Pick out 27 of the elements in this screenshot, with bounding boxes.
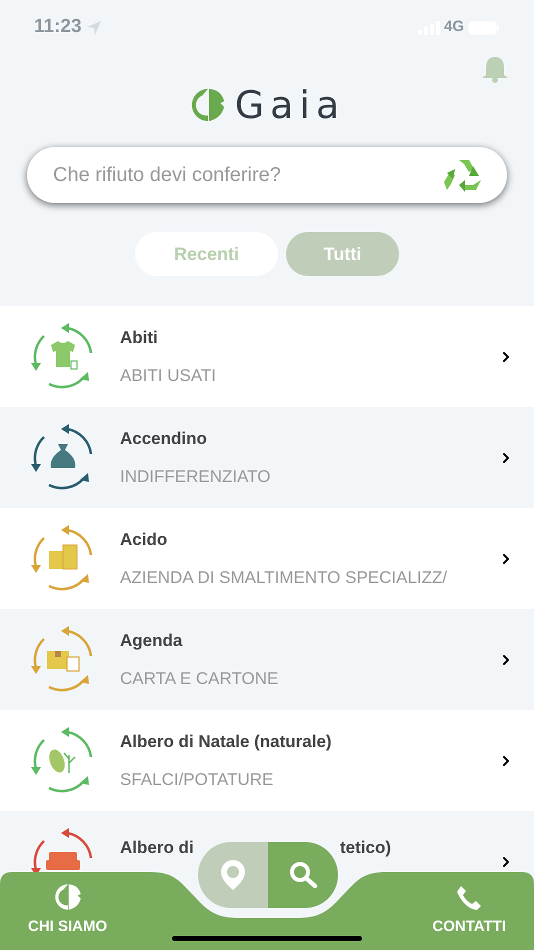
- notification-bell-icon[interactable]: [480, 55, 510, 83]
- item-title: Albero di Natale (naturale): [120, 731, 333, 753]
- item-title: Acido: [120, 529, 168, 551]
- item-title: Agenda: [120, 630, 184, 652]
- item-category: SFALCI/POTATURE: [120, 768, 274, 790]
- search-field[interactable]: Che rifiuto devi conferire?: [27, 147, 507, 203]
- item-title: Accendino: [120, 428, 208, 450]
- waste-list-item[interactable]: Acido AZIENDA DI SMALTIMENTO SPECIALIZZ/: [0, 508, 534, 609]
- item-category: INDIFFERENZIATO: [120, 466, 272, 488]
- status-time: 11:23: [34, 15, 82, 40]
- leaf-logo-icon: [52, 882, 83, 912]
- item-category: CARTA E CARTONE: [120, 668, 280, 690]
- item-category: ABITI USATI: [120, 364, 218, 386]
- phone-icon: [455, 884, 484, 912]
- location-pin-icon: [220, 859, 246, 891]
- app-logo-text: Gaia: [234, 86, 346, 124]
- network-type: 4G: [444, 17, 464, 38]
- item-title: Albero di: [120, 837, 195, 859]
- location-arrow-icon: [86, 20, 102, 36]
- search-icon: [288, 860, 318, 890]
- item-title: tetico): [340, 837, 391, 859]
- waste-list-item[interactable]: Albero di Natale (naturale) SFALCI/POTATURE: [0, 710, 534, 811]
- map-view-button[interactable]: [198, 842, 268, 908]
- search-view-button[interactable]: [268, 842, 338, 908]
- item-title: Abiti: [120, 327, 159, 349]
- waste-list-item[interactable]: Abiti ABITI USATI: [0, 306, 534, 407]
- item-category: AZIENDA DI SMALTIMENTO SPECIALIZZ/: [120, 566, 448, 588]
